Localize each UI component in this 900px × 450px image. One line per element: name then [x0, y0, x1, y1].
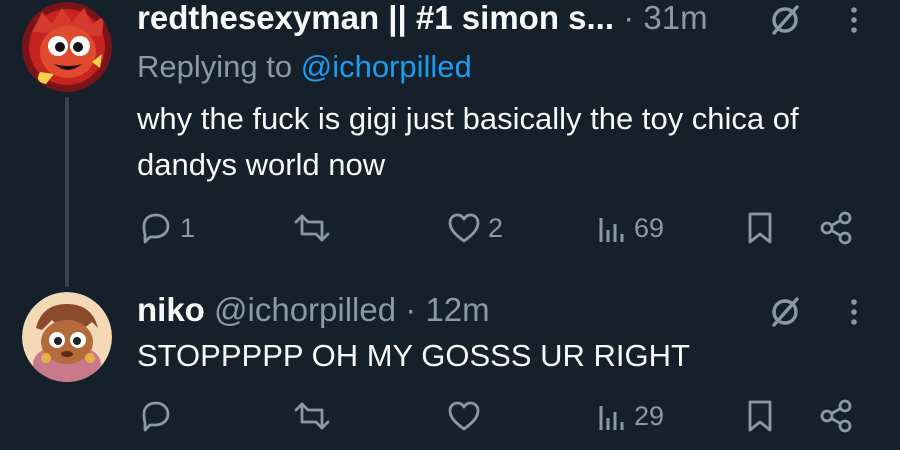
bookmark-button[interactable] — [744, 398, 776, 434]
display-name[interactable]: niko — [137, 291, 205, 328]
like-button[interactable] — [446, 398, 488, 434]
repost-icon — [294, 402, 330, 430]
tweet-header: niko @ichorpilled · 12m — [137, 290, 490, 330]
timeline: redthesexyman || #1 simon s... · 31m Rep… — [0, 0, 900, 450]
avatar[interactable] — [22, 292, 112, 382]
reply-icon — [142, 401, 170, 432]
share-button[interactable] — [818, 398, 854, 434]
user-handle[interactable]: @ichorpilled — [214, 291, 396, 328]
views-count: 29 — [634, 400, 665, 431]
tweet-text: STOPPPPP OH MY GOSSS UR RIGHT — [137, 338, 690, 373]
views-icon — [599, 406, 624, 430]
share-icon — [820, 399, 852, 433]
grok-icon[interactable] — [765, 292, 805, 332]
tweet-reply-2[interactable]: niko @ichorpilled · 12m STOPPPPP OH MY G… — [0, 0, 900, 450]
reply-button[interactable] — [138, 398, 180, 434]
like-icon — [448, 401, 480, 431]
more-icon[interactable] — [846, 292, 862, 332]
separator-dot: · — [405, 291, 417, 328]
views-button[interactable]: 29 — [596, 398, 664, 434]
bookmark-icon — [748, 400, 772, 432]
repost-button[interactable] — [292, 398, 338, 434]
timestamp[interactable]: 12m — [425, 291, 489, 328]
